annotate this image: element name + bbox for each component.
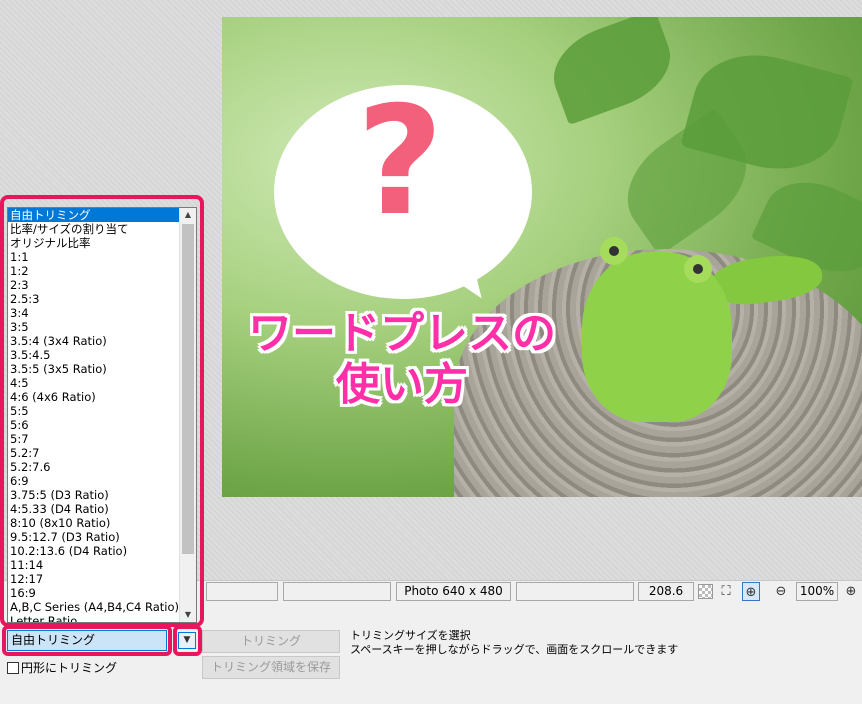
dropdown-option[interactable]: 5:6 <box>8 418 180 432</box>
dropdown-option[interactable]: 3.5:4.5 <box>8 348 180 362</box>
dropdown-option[interactable]: 4:5 <box>8 376 180 390</box>
dropdown-option[interactable]: 1:2 <box>8 264 180 278</box>
caption-line-1: ワードプレスの <box>248 308 556 359</box>
dropdown-option[interactable]: 5:7 <box>8 432 180 446</box>
dropdown-option[interactable]: 10.2:13.6 (D4 Ratio) <box>8 544 180 558</box>
actual-size-icon[interactable]: ⊕ <box>742 582 760 601</box>
scrollbar-thumb[interactable] <box>182 224 194 554</box>
dropdown-option[interactable]: 3.5:5 (3x5 Ratio) <box>8 362 180 376</box>
hint-line-1: トリミングサイズを選択 <box>350 629 471 642</box>
dropdown-option[interactable]: オリジナル比率 <box>8 236 180 250</box>
trim-mode-select[interactable]: 自由トリミング <box>7 630 167 651</box>
checkbox-label: 円形にトリミング <box>21 661 118 675</box>
transparency-checker-icon[interactable] <box>698 584 713 599</box>
save-trim-area-button[interactable]: トリミング領域を保存 <box>202 656 340 679</box>
photo-caption: ワードプレスの 使い方 <box>242 308 562 410</box>
frog-figure <box>582 252 732 422</box>
dropdown-option[interactable]: 2.5:3 <box>8 292 180 306</box>
status-cell-empty <box>206 582 278 601</box>
dropdown-option[interactable]: 4:5.33 (D4 Ratio) <box>8 502 180 516</box>
dropdown-option[interactable]: Letter Ratio <box>8 614 180 622</box>
status-cell-empty <box>283 582 391 601</box>
scroll-down-icon[interactable]: ▼ <box>180 608 196 622</box>
dropdown-option[interactable]: 6:9 <box>8 474 180 488</box>
dropdown-option[interactable]: 8:10 (8x10 Ratio) <box>8 516 180 530</box>
scroll-up-icon[interactable]: ▲ <box>180 208 196 222</box>
hint-line-2: スペースキーを押しながらドラッグで、画面をスクロールできます <box>350 643 679 656</box>
dropdown-option[interactable]: 11:14 <box>8 558 180 572</box>
dropdown-option[interactable]: A,B,C Series (A4,B4,C4 Ratio) <box>8 600 180 614</box>
zoom-in-icon[interactable]: ⊕ <box>842 582 860 601</box>
dropdown-option[interactable]: 比率/サイズの割り当て <box>8 222 180 236</box>
trim-mode-dropdown-list[interactable]: 自由トリミング 比率/サイズの割り当て オリジナル比率 1:1 1:2 2:3 2.5:3 3… <box>7 207 197 623</box>
vertical-scrollbar[interactable]: ▲ ▼ <box>179 208 196 622</box>
image-dimensions: Photo 640 x 480 <box>396 582 511 601</box>
photo-canvas[interactable]: ? ワードプレスの 使い方 <box>222 17 862 497</box>
caption-line-2: 使い方 <box>336 358 468 410</box>
leaf-shape <box>541 17 683 126</box>
dropdown-option[interactable]: 3.5:4 (3x4 Ratio) <box>8 334 180 348</box>
circle-trim-checkbox[interactable]: 円形にトリミング <box>7 660 117 676</box>
dropdown-option[interactable]: 5.2:7.6 <box>8 460 180 474</box>
file-size: 208.6 KB <box>638 582 694 615</box>
frog-eye <box>600 237 628 265</box>
dropdown-option[interactable]: 2:3 <box>8 278 180 292</box>
status-cell-empty <box>516 582 634 601</box>
zoom-level: 100% <box>796 582 838 601</box>
dropdown-option[interactable]: 12:17 <box>8 572 180 586</box>
frog-eye <box>684 255 712 283</box>
chevron-down-icon[interactable]: ▼ <box>178 632 196 649</box>
dropdown-option[interactable]: 自由トリミング <box>8 208 180 222</box>
dropdown-items: 自由トリミング 比率/サイズの割り当て オリジナル比率 1:1 1:2 2:3 2.5:3 3… <box>8 208 180 622</box>
dropdown-option[interactable]: 5.2:7 <box>8 446 180 460</box>
trim-button[interactable]: トリミング <box>202 630 340 653</box>
fit-window-icon[interactable]: ⛶ <box>717 582 735 601</box>
dropdown-option[interactable]: 4:6 (4x6 Ratio) <box>8 390 180 404</box>
dropdown-option[interactable]: 1:1 <box>8 250 180 264</box>
dropdown-option[interactable]: 3:4 <box>8 306 180 320</box>
dropdown-option[interactable]: 16:9 <box>8 586 180 600</box>
dropdown-option[interactable]: 5:5 <box>8 404 180 418</box>
checkbox-box[interactable] <box>7 662 19 674</box>
question-mark: ? <box>356 75 444 249</box>
trim-hint: トリミングサイズを選択 スペースキーを押しながらドラッグで、画面をスクロールでき… <box>350 629 678 657</box>
dropdown-option[interactable]: 3:5 <box>8 320 180 334</box>
dropdown-option[interactable]: 3.75:5 (D3 Ratio) <box>8 488 180 502</box>
zoom-out-icon[interactable]: ⊖ <box>772 582 790 601</box>
dropdown-option[interactable]: 9.5:12.7 (D3 Ratio) <box>8 530 180 544</box>
